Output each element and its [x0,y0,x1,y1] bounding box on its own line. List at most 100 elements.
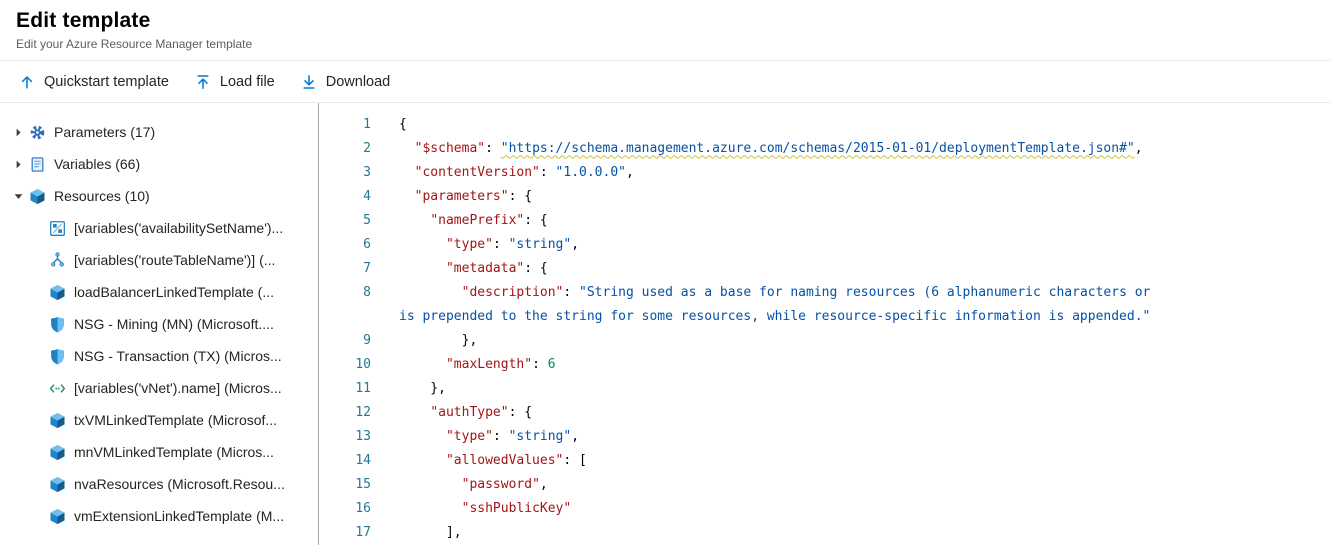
parameters-icon [28,123,46,141]
code-line[interactable]: 17 ], [319,520,1331,544]
code-line[interactable]: 9 }, [319,328,1331,352]
code-line[interactable]: 1{ [319,112,1331,136]
line-number: 2 [319,141,371,156]
tree-item-label: Variables (66) [54,156,140,172]
shield-icon [48,315,66,333]
code-line[interactable]: 12 "authType": { [319,400,1331,424]
tree-item[interactable]: Resources (10) [0,180,318,212]
line-number: 5 [319,213,371,228]
code-line[interactable]: 14 "allowedValues": [ [319,448,1331,472]
code-line[interactable]: 5 "namePrefix": { [319,208,1331,232]
quickstart-template-label: Quickstart template [44,74,169,90]
line-number: 4 [319,189,371,204]
tree-item[interactable]: NSG - Transaction (TX) (Micros... [0,340,318,372]
template-tree: Parameters (17) Variables (66) Resources (… [0,103,319,545]
tree-item[interactable]: mnVMLinkedTemplate (Micros... [0,436,318,468]
line-number: 1 [319,117,371,132]
tree-item[interactable]: nvaResources (Microsoft.Resou... [0,468,318,500]
code-editor[interactable]: 1{2 "$schema": "https://schema.managemen… [319,103,1331,545]
code-line-text: "authType": { [399,405,532,420]
arrow-up-icon [19,74,35,90]
page-subtitle: Edit your Azure Resource Manager templat… [16,37,1313,60]
code-line[interactable]: 11 }, [319,376,1331,400]
code-line-text: is prepended to the string for some reso… [399,309,1150,324]
tree-item-label: Parameters (17) [54,124,155,140]
shield-icon [48,347,66,365]
line-number: 7 [319,261,371,276]
code-line-text: "maxLength": 6 [399,357,556,372]
code-line[interactable]: 3 "contentVersion": "1.0.0.0", [319,160,1331,184]
code-line-text: "namePrefix": { [399,213,548,228]
cube-icon [48,411,66,429]
code-line-text: { [399,117,407,132]
tree-item[interactable]: txVMLinkedTemplate (Microsof... [0,404,318,436]
code-line[interactable]: 2 "$schema": "https://schema.management.… [319,136,1331,160]
availability-set-icon [48,219,66,237]
code-line-text: "type": "string", [399,429,579,444]
code-lines: 1{2 "$schema": "https://schema.managemen… [319,112,1331,544]
tree-item[interactable]: Variables (66) [0,148,318,180]
code-line[interactable]: is prepended to the string for some reso… [319,304,1331,328]
code-line-text: "$schema": "https://schema.management.az… [399,141,1143,156]
line-number: 13 [319,429,371,444]
line-number: 17 [319,525,371,540]
code-line-text: ], [399,525,462,540]
line-number: 14 [319,453,371,468]
tree-item-label: [variables('availabilitySetName')... [74,220,283,236]
code-line-text: "allowedValues": [ [399,453,587,468]
schema-url-link[interactable]: "https://schema.management.azure.com/sch… [501,141,1135,156]
code-line[interactable]: 8 "description": "String used as a base … [319,280,1331,304]
code-line-text: "contentVersion": "1.0.0.0", [399,165,634,180]
line-number: 11 [319,381,371,396]
variables-icon [28,155,46,173]
code-line[interactable]: 13 "type": "string", [319,424,1331,448]
download-button[interactable]: Download [288,61,404,102]
code-line-text: "metadata": { [399,261,548,276]
code-line-text: "sshPublicKey" [399,501,571,516]
tree-item-label: vmExtensionLinkedTemplate (M... [74,508,284,524]
code-line-text: "description": "String used as a base fo… [399,285,1150,300]
tree-item[interactable]: loadBalancerLinkedTemplate (... [0,276,318,308]
code-line[interactable]: 10 "maxLength": 6 [319,352,1331,376]
code-line[interactable]: 16 "sshPublicKey" [319,496,1331,520]
line-number: 8 [319,285,371,300]
tree-item-label: [variables('routeTableName')] (... [74,252,275,268]
tree-item-label: mnVMLinkedTemplate (Micros... [74,444,274,460]
tree-item[interactable]: Parameters (17) [0,116,318,148]
code-line[interactable]: 7 "metadata": { [319,256,1331,280]
code-line-text: "parameters": { [399,189,532,204]
code-line[interactable]: 6 "type": "string", [319,232,1331,256]
tree-item[interactable]: [variables('availabilitySetName')... [0,212,318,244]
cube-icon [48,475,66,493]
tree-item[interactable]: vmExtensionLinkedTemplate (M... [0,500,318,532]
tree-item[interactable]: NSG - Mining (MN) (Microsoft.... [0,308,318,340]
tree-item[interactable]: [variables('vNet').name] (Micros... [0,372,318,404]
cube-icon [48,507,66,525]
tree-item-label: loadBalancerLinkedTemplate (... [74,284,274,300]
upload-icon [195,74,211,90]
load-file-label: Load file [220,74,275,90]
tree-item-label: [variables('vNet').name] (Micros... [74,380,282,396]
route-table-icon [48,251,66,269]
cube-icon [28,187,46,205]
main-content: Parameters (17) Variables (66) Resources (… [0,103,1331,545]
code-line[interactable]: 4 "parameters": { [319,184,1331,208]
chevron-down-icon[interactable] [8,191,28,202]
quickstart-template-button[interactable]: Quickstart template [6,61,182,102]
chevron-right-icon[interactable] [8,127,28,138]
line-number: 15 [319,477,371,492]
chevron-right-icon[interactable] [8,159,28,170]
line-number: 3 [319,165,371,180]
load-file-button[interactable]: Load file [182,61,288,102]
tree-item-label: NSG - Transaction (TX) (Micros... [74,348,282,364]
line-number: 9 [319,333,371,348]
code-line-text: }, [399,333,477,348]
tree-item[interactable]: [variables('routeTableName')] (... [0,244,318,276]
code-line[interactable]: 15 "password", [319,472,1331,496]
tree-item-label: nvaResources (Microsoft.Resou... [74,476,285,492]
vnet-icon [48,379,66,397]
code-line-text: "type": "string", [399,237,579,252]
cube-icon [48,283,66,301]
tree-item-label: txVMLinkedTemplate (Microsof... [74,412,277,428]
download-label: Download [326,74,391,90]
